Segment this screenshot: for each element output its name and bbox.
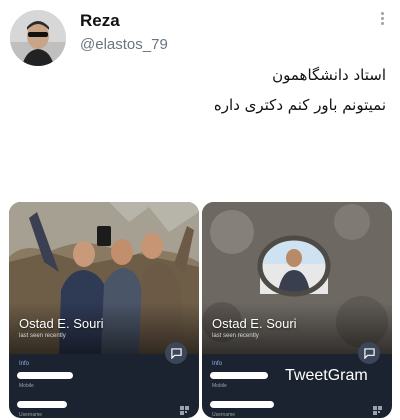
tweet-text-line-1: استاد دانشگاهمون <box>272 66 386 84</box>
author-avatar[interactable] <box>10 10 66 66</box>
profile-name: Ostad E. Souri <box>19 316 104 331</box>
mobile-label: Mobile <box>19 383 34 389</box>
message-icon[interactable] <box>358 342 380 364</box>
redacted-phone <box>17 372 73 379</box>
group-selfie-photo <box>9 202 199 354</box>
profile-status: last seen recently <box>212 333 259 339</box>
username-label: Username <box>19 412 43 418</box>
qr-code-icon[interactable] <box>373 406 382 415</box>
avatar-image <box>10 10 66 66</box>
info-label: Info <box>19 361 30 367</box>
author-name[interactable]: Reza <box>80 11 120 31</box>
redacted-username <box>17 401 67 408</box>
tweetgram-watermark: TweetGram <box>285 367 368 384</box>
rock-hole-portrait-photo <box>202 202 392 354</box>
username-label: Username <box>212 412 236 418</box>
info-label: Info <box>212 361 223 367</box>
redacted-username <box>210 401 274 408</box>
author-handle[interactable]: @elastos_79 <box>80 36 168 53</box>
redacted-phone <box>210 372 268 379</box>
mobile-label: Mobile <box>212 383 227 389</box>
media-image-right[interactable]: Ostad E. Souri last seen recently Info M… <box>202 202 392 418</box>
qr-code-icon[interactable] <box>180 406 189 415</box>
more-vertical-icon[interactable] <box>377 10 387 28</box>
message-icon[interactable] <box>165 342 187 364</box>
media-image-left[interactable]: Ostad E. Souri last seen recently Info M… <box>9 202 199 418</box>
profile-status: last seen recently <box>19 333 66 339</box>
profile-name: Ostad E. Souri <box>212 316 297 331</box>
tweet-text-line-2: نمیتونم باور کنم دکتری داره <box>213 96 386 114</box>
